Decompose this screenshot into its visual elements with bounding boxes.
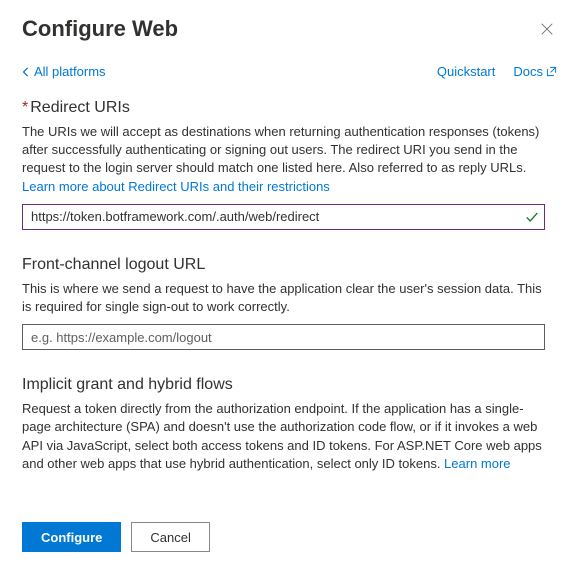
docs-link[interactable]: Docs bbox=[513, 64, 557, 79]
cancel-button[interactable]: Cancel bbox=[131, 522, 209, 552]
external-link-icon bbox=[546, 66, 557, 77]
close-button[interactable] bbox=[537, 19, 557, 39]
logout-url-desc: This is where we send a request to have … bbox=[22, 280, 545, 316]
configure-button[interactable]: Configure bbox=[22, 522, 121, 552]
implicit-learn-more-link[interactable]: Learn more bbox=[444, 456, 510, 471]
page-title: Configure Web bbox=[22, 16, 178, 42]
logout-url-input[interactable] bbox=[22, 324, 545, 350]
required-star: * bbox=[22, 99, 28, 116]
implicit-grant-heading: Implicit grant and hybrid flows bbox=[22, 376, 545, 394]
back-label: All platforms bbox=[34, 64, 106, 79]
check-icon bbox=[525, 210, 539, 224]
back-all-platforms-link[interactable]: All platforms bbox=[22, 64, 106, 79]
implicit-grant-section: Implicit grant and hybrid flows Request … bbox=[22, 376, 545, 473]
implicit-grant-desc: Request a token directly from the author… bbox=[22, 400, 545, 473]
logout-url-section: Front-channel logout URL This is where w… bbox=[22, 256, 545, 350]
redirect-uris-section: *Redirect URIs The URIs we will accept a… bbox=[22, 99, 545, 230]
scroll-region[interactable]: *Redirect URIs The URIs we will accept a… bbox=[22, 99, 557, 568]
redirect-learn-more-link[interactable]: Learn more about Redirect URIs and their… bbox=[22, 179, 330, 194]
footer: Configure Cancel bbox=[0, 510, 577, 568]
chevron-left-icon bbox=[22, 67, 30, 77]
redirect-uri-input[interactable] bbox=[22, 204, 545, 230]
quickstart-link[interactable]: Quickstart bbox=[437, 64, 496, 79]
docs-label: Docs bbox=[513, 64, 543, 79]
redirect-uris-heading: *Redirect URIs bbox=[22, 99, 545, 117]
close-icon bbox=[540, 22, 554, 36]
logout-url-heading: Front-channel logout URL bbox=[22, 256, 545, 274]
redirect-uris-desc: The URIs we will accept as destinations … bbox=[22, 123, 545, 196]
